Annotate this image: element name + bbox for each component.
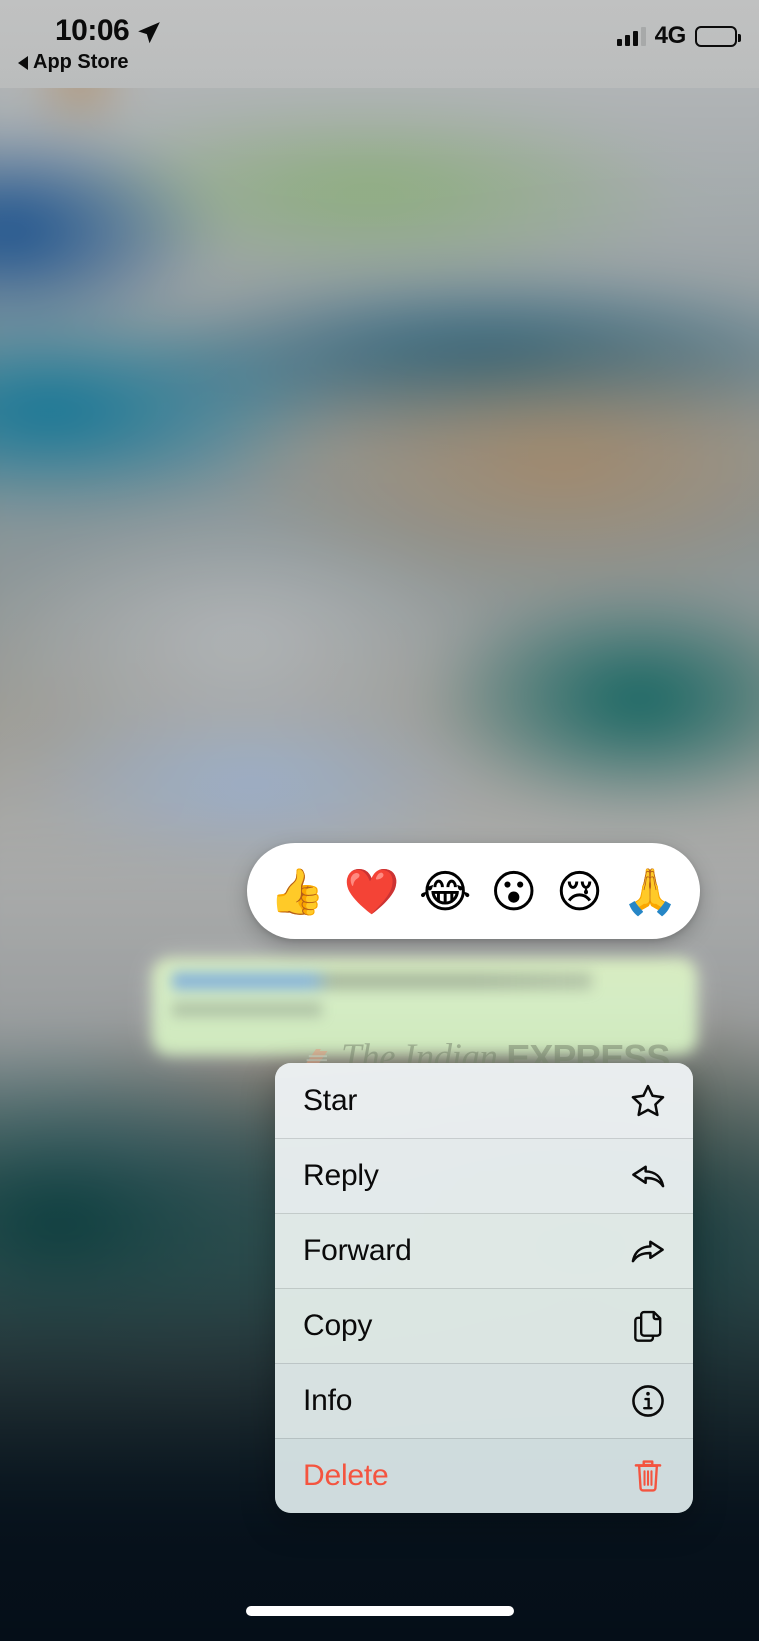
- back-caret-icon: [18, 55, 28, 70]
- star-outline-icon: [631, 1084, 665, 1116]
- location-arrow-icon: [138, 22, 160, 44]
- selected-message-blurred-text: [172, 972, 672, 1038]
- surprised-reaction[interactable]: 😮: [490, 869, 537, 914]
- context-menu-item-label: Reply: [303, 1158, 379, 1192]
- folded-hands-reaction[interactable]: 🙏: [622, 869, 678, 914]
- context-menu-item-info[interactable]: Info: [275, 1363, 693, 1438]
- back-link-label: App Store: [33, 51, 129, 73]
- context-menu-item-forward[interactable]: Forward: [275, 1213, 693, 1288]
- context-menu-item-star[interactable]: Star: [275, 1063, 693, 1138]
- emoji-reaction-bar[interactable]: 👍 ❤️ 😂 😮 😢 🙏: [247, 843, 700, 939]
- tears-of-joy-reaction[interactable]: 😂: [419, 869, 472, 914]
- network-type-label: 4G: [654, 22, 687, 49]
- context-menu-item-label: Star: [303, 1083, 358, 1117]
- context-menu-item-label: Forward: [303, 1233, 412, 1267]
- cellular-signal-bars-icon: [616, 26, 646, 46]
- info-circle-icon: [632, 1384, 664, 1417]
- crying-reaction[interactable]: 😢: [556, 869, 603, 914]
- context-menu-item-delete[interactable]: Delete: [275, 1438, 693, 1513]
- context-menu-item-label: Copy: [303, 1308, 373, 1342]
- back-to-app-store-link[interactable]: App Store: [18, 51, 129, 74]
- copy-documents-icon: [634, 1310, 662, 1342]
- context-menu-item-label: Info: [303, 1383, 353, 1417]
- phone-screen: 10:06 App Store 4G The Indian EXPRESS 👍 …: [0, 0, 759, 1641]
- trash-icon: [634, 1459, 662, 1492]
- home-indicator[interactable]: [245, 1606, 514, 1616]
- battery-full-icon: [695, 25, 741, 47]
- status-bar-indicators: 4G: [616, 22, 741, 50]
- context-menu-item-copy[interactable]: Copy: [275, 1288, 693, 1363]
- status-bar-clock: 10:06: [55, 14, 130, 47]
- heart-reaction[interactable]: ❤️: [344, 869, 400, 914]
- reply-arrow-icon: [632, 1165, 665, 1187]
- status-bar: 10:06 App Store 4G: [0, 0, 759, 88]
- thumbs-up-reaction[interactable]: 👍: [269, 869, 325, 914]
- forward-arrow-icon: [631, 1240, 664, 1262]
- context-menu-item-label: Delete: [303, 1458, 389, 1492]
- context-menu-item-reply[interactable]: Reply: [275, 1138, 693, 1213]
- message-context-menu[interactable]: Star Reply Forward Copy Info Delete: [275, 1063, 693, 1513]
